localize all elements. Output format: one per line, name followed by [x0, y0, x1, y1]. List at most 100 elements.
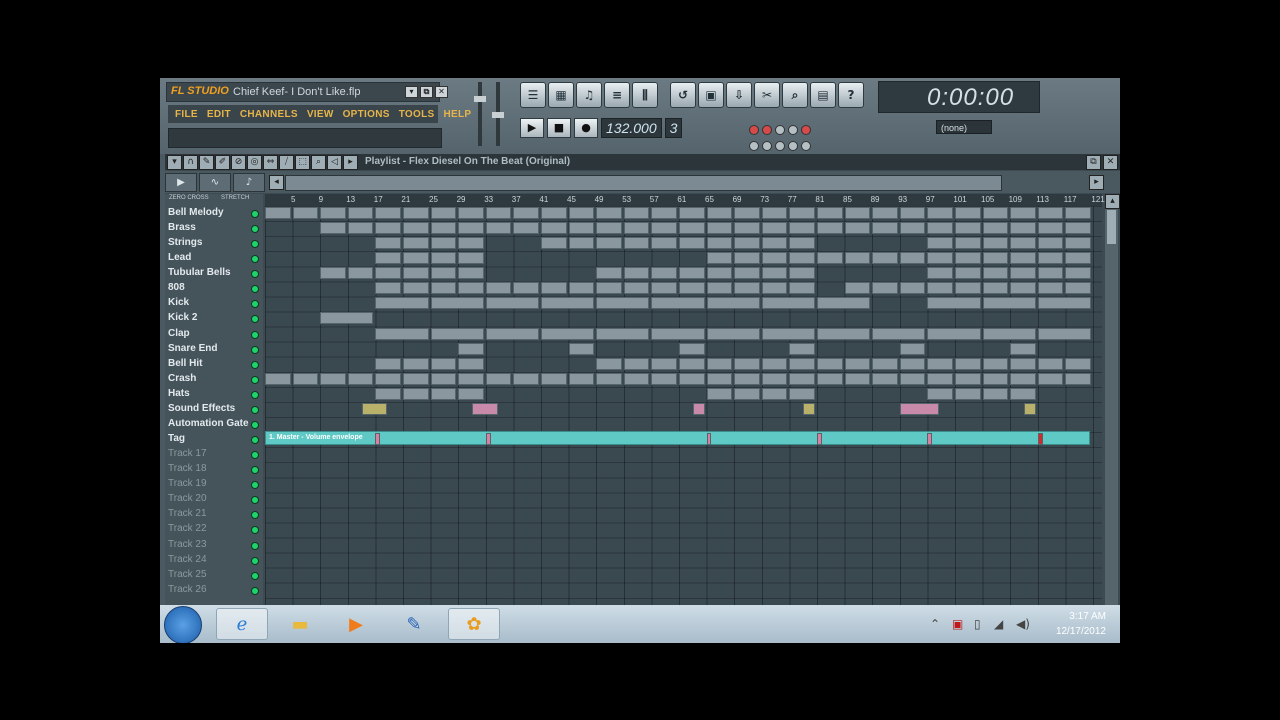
track-mute-led[interactable] — [251, 300, 259, 309]
track-name[interactable]: Strings — [168, 237, 202, 248]
pattern-clip[interactable] — [458, 387, 484, 400]
pattern-clip[interactable] — [734, 372, 760, 385]
pattern-clip[interactable] — [817, 372, 843, 385]
pattern-clip[interactable] — [1010, 357, 1036, 370]
pattern-clip[interactable] — [899, 357, 926, 370]
track-row[interactable]: Clap — [165, 327, 263, 342]
step-sequencer-icon[interactable]: ▦ — [548, 82, 574, 108]
pattern-select[interactable]: (none) — [936, 120, 992, 134]
track-name[interactable]: Track 26 — [168, 584, 207, 595]
notes-icon[interactable]: ▤ — [810, 82, 836, 108]
track-row[interactable]: Track 25 — [165, 568, 263, 583]
track-mute-led[interactable] — [251, 541, 259, 550]
pattern-clip[interactable] — [982, 372, 1009, 385]
pattern-clip[interactable] — [761, 387, 788, 400]
pattern-clip[interactable] — [596, 357, 622, 370]
pattern-clip[interactable] — [679, 237, 705, 250]
track-name[interactable]: Tubular Bells — [168, 267, 231, 278]
track-row[interactable]: Track 20 — [165, 492, 263, 507]
track-name[interactable]: Automation Gate — [168, 418, 249, 429]
track-name[interactable]: Bell Melody — [168, 207, 224, 218]
pattern-clip[interactable] — [1037, 372, 1064, 385]
pattern-clip[interactable] — [568, 282, 595, 295]
tray-device-icon[interactable]: ▯ — [974, 617, 981, 631]
pattern-clip[interactable] — [927, 357, 953, 370]
slip-tool-icon[interactable]: ⇔ — [263, 155, 278, 170]
pattern-clip[interactable] — [679, 207, 705, 219]
close-button[interactable]: ✕ — [435, 86, 448, 98]
pattern-clip[interactable] — [430, 387, 457, 400]
pattern-clip[interactable] — [1010, 282, 1036, 295]
pattern-clip[interactable] — [679, 372, 705, 385]
pattern-clip[interactable] — [292, 372, 319, 385]
draw-tool-icon[interactable]: ✎ — [199, 155, 214, 170]
pattern-clip[interactable] — [430, 252, 457, 265]
pattern-clip[interactable] — [706, 327, 760, 340]
mute-tool-icon[interactable]: ◎ — [247, 155, 262, 170]
pattern-clip[interactable] — [706, 372, 733, 385]
pattern-clip[interactable] — [1024, 402, 1036, 415]
track-row[interactable]: Sound Effects — [165, 402, 263, 417]
pattern-clip[interactable] — [872, 222, 898, 235]
track-name[interactable]: Track 21 — [168, 508, 207, 519]
scroll-right-icon[interactable]: ▸ — [1089, 175, 1104, 190]
option-led-1[interactable] — [749, 125, 759, 135]
pattern-clip[interactable] — [375, 267, 401, 280]
pattern-clip[interactable] — [541, 237, 567, 250]
pattern-clip[interactable] — [265, 372, 291, 385]
pattern-clip[interactable] — [955, 282, 981, 295]
pattern-clip[interactable] — [472, 402, 498, 415]
pattern-clip[interactable] — [872, 357, 898, 370]
option-led-9[interactable] — [788, 141, 798, 151]
menu-file[interactable]: FILE — [175, 109, 198, 120]
pattern-clip[interactable] — [320, 312, 374, 325]
pattern-clip[interactable] — [623, 267, 650, 280]
pattern-clip[interactable] — [513, 207, 539, 219]
track-name[interactable]: Lead — [168, 252, 191, 263]
track-name[interactable]: Brass — [168, 222, 196, 233]
pattern-clip[interactable] — [485, 327, 539, 340]
pattern-clip[interactable] — [403, 267, 429, 280]
pattern-clip[interactable] — [789, 357, 815, 370]
tray-expand-icon[interactable]: ⌃ — [930, 617, 940, 631]
master-pitch-knob[interactable] — [492, 112, 504, 118]
pattern-clip[interactable] — [596, 267, 622, 280]
track-row[interactable]: Track 18 — [165, 462, 263, 477]
pattern-clip[interactable] — [1037, 357, 1064, 370]
pattern-clip[interactable] — [568, 342, 595, 355]
pattern-clip[interactable] — [430, 357, 457, 370]
pattern-clip[interactable] — [320, 267, 346, 280]
playback-tool-icon[interactable]: ◁ — [327, 155, 342, 170]
pattern-clip[interactable] — [803, 402, 815, 415]
pattern-clip[interactable] — [817, 327, 871, 340]
pattern-clip[interactable] — [955, 267, 981, 280]
track-row[interactable]: Snare End — [165, 342, 263, 357]
pattern-clip[interactable] — [1010, 252, 1036, 265]
pattern-clip[interactable] — [541, 297, 595, 310]
pattern-clip[interactable] — [347, 207, 374, 219]
pattern-clip[interactable] — [623, 207, 650, 219]
tempo-display[interactable]: 132.000 — [601, 118, 662, 138]
pattern-clip[interactable] — [596, 327, 650, 340]
pattern-clip[interactable] — [789, 282, 815, 295]
pattern-clip[interactable] — [982, 327, 1036, 340]
minimize-button[interactable]: ▾ — [405, 86, 418, 98]
pattern-clip[interactable] — [320, 372, 346, 385]
pattern-clip[interactable] — [927, 372, 953, 385]
undo-icon[interactable]: ↺ — [670, 82, 696, 108]
pattern-clip[interactable] — [872, 282, 898, 295]
pattern-clip[interactable] — [1010, 222, 1036, 235]
song-position-display[interactable]: 0:00:00 — [878, 81, 1040, 113]
pattern-clip[interactable] — [541, 372, 567, 385]
track-name[interactable]: Kick — [168, 297, 189, 308]
pattern-clip[interactable] — [375, 372, 401, 385]
pattern-clip[interactable] — [430, 372, 457, 385]
playlist-icon[interactable]: ☰ — [520, 82, 546, 108]
pattern-clip[interactable] — [430, 282, 457, 295]
vertical-scroll-thumb[interactable] — [1107, 210, 1116, 244]
pattern-clip[interactable] — [1065, 282, 1091, 295]
pattern-clip[interactable] — [513, 222, 539, 235]
pattern-clip[interactable] — [320, 207, 346, 219]
record-button[interactable]: ● — [574, 118, 598, 138]
track-row[interactable]: Brass — [165, 221, 263, 236]
